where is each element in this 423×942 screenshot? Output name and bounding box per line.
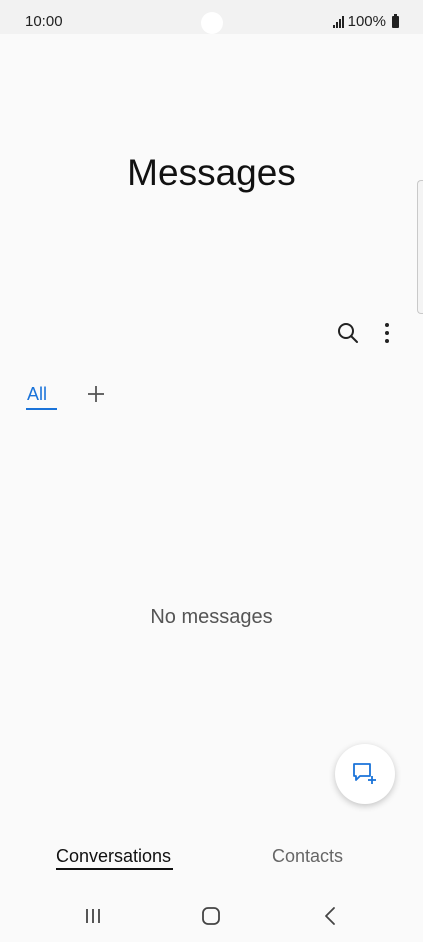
battery-icon bbox=[392, 13, 399, 28]
home-button[interactable] bbox=[197, 903, 225, 929]
compose-message-icon bbox=[353, 763, 376, 784]
status-bar: 10:00 100% bbox=[0, 0, 423, 34]
recent-apps-button[interactable] bbox=[79, 903, 107, 929]
more-options-icon bbox=[385, 323, 389, 343]
tab-contacts[interactable]: Contacts bbox=[272, 846, 343, 867]
plus-icon bbox=[88, 386, 104, 402]
page-title: Messages bbox=[127, 152, 296, 193]
empty-state-text: No messages bbox=[150, 606, 273, 628]
tab-conversations-indicator bbox=[56, 868, 173, 870]
battery-percentage: 100% bbox=[347, 13, 386, 30]
add-category-button[interactable] bbox=[85, 383, 107, 405]
more-options-button[interactable] bbox=[372, 318, 402, 348]
tab-conversations[interactable]: Conversations bbox=[56, 846, 171, 867]
camera-cutout bbox=[201, 12, 223, 34]
category-tab-all[interactable]: All bbox=[27, 384, 47, 405]
status-time: 10:00 bbox=[25, 13, 63, 30]
signal-icon bbox=[332, 15, 344, 28]
back-icon bbox=[325, 907, 335, 925]
edge-panel-handle[interactable] bbox=[417, 180, 423, 314]
search-icon bbox=[338, 323, 358, 343]
category-tab-all-indicator bbox=[26, 408, 57, 410]
recent-apps-icon bbox=[86, 909, 100, 923]
status-indicators: 100% bbox=[332, 13, 399, 30]
back-button[interactable] bbox=[316, 903, 344, 929]
home-icon bbox=[202, 907, 220, 925]
compose-message-button[interactable] bbox=[335, 744, 395, 804]
search-button[interactable] bbox=[333, 318, 363, 348]
